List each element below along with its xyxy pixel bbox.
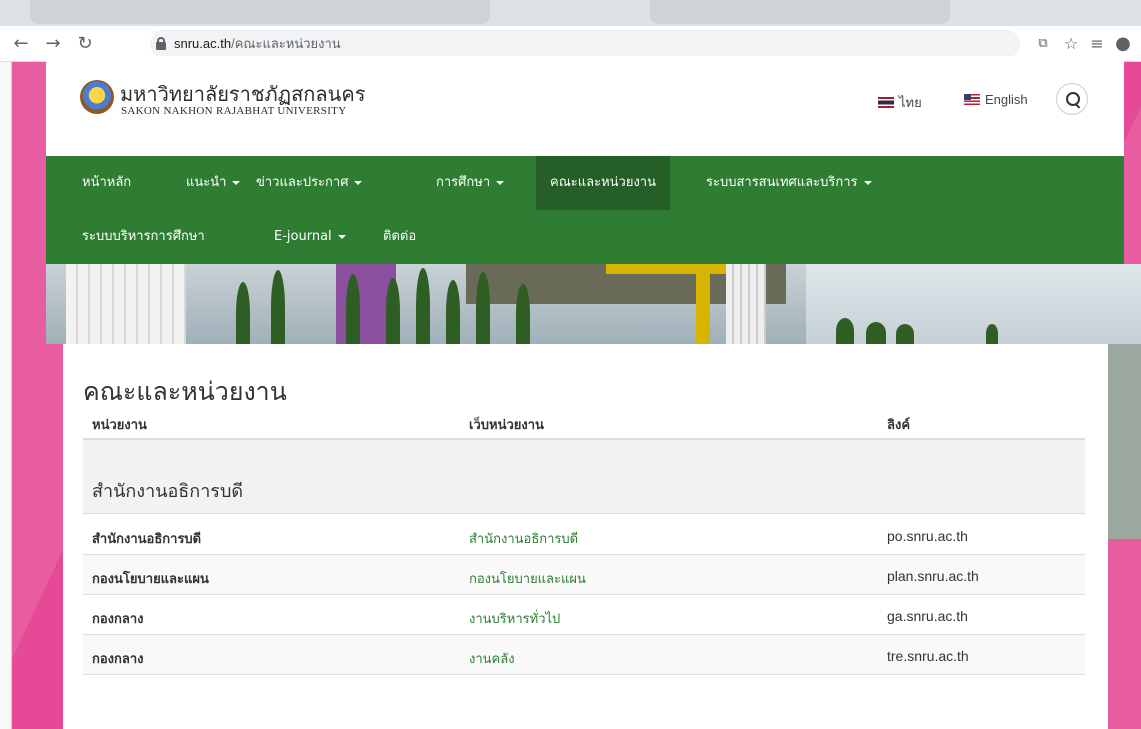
reload-icon[interactable]: ↻ (72, 31, 98, 57)
group-title: สำนักงานอธิการบดี (92, 481, 244, 502)
star-icon[interactable]: ☆ (1058, 31, 1084, 57)
browser-tab[interactable] (650, 0, 950, 24)
chevron-down-icon (496, 180, 505, 185)
university-name-en[interactable]: SAKON NAKHON RAJABHAT UNIVERSITY (121, 105, 346, 117)
main-nav: หน้าหลัก แนะนำ ข่าวและประกาศ การศึกษา คณ… (46, 156, 1124, 264)
unit-website-link[interactable]: งานบริหารทั่วไป (469, 608, 560, 629)
unit-name: กองกลาง (92, 652, 144, 667)
unit-website-link[interactable]: สำนักงานอธิการบดี (469, 528, 578, 549)
column-header-link: ลิงค์ (887, 418, 911, 433)
table-row: กองนโยบายและแผน กองนโยบายและแผน plan.snr… (83, 555, 1085, 595)
nav-education[interactable]: การศึกษา (422, 156, 518, 210)
university-logo[interactable] (80, 80, 114, 114)
window-edge (0, 62, 12, 729)
search-icon[interactable] (1056, 83, 1088, 115)
table-row: กองกลาง งานบริหารทั่วไป ga.snru.ac.th (83, 595, 1085, 635)
unit-url: plan.snru.ac.th (887, 568, 979, 584)
lang-en-link[interactable]: English (964, 92, 1028, 107)
translate-icon[interactable]: ⧉ (1030, 31, 1056, 57)
unit-url: tre.snru.ac.th (887, 648, 969, 664)
reading-list-icon[interactable]: ≡ (1084, 31, 1110, 57)
unit-website-link[interactable]: งานคลัง (469, 648, 515, 669)
table-header: หน่วยงาน เว็บหน่วยงาน ลิงค์ (83, 406, 1085, 440)
table-row: สำนักงานอธิการบดี สำนักงานอธิการบดี po.s… (83, 515, 1085, 555)
chevron-down-icon (354, 180, 363, 185)
hero-image-edge (1108, 344, 1141, 539)
unit-url: po.snru.ac.th (887, 528, 968, 544)
address-bar[interactable]: snru.ac.th/คณะและหน่วยงาน (150, 30, 1020, 58)
url-text: snru.ac.th/คณะและหน่วยงาน (174, 36, 341, 51)
nav-home[interactable]: หน้าหลัก (68, 156, 145, 210)
nav-faculties[interactable]: คณะและหน่วยงาน (536, 156, 670, 210)
thai-flag-icon (878, 97, 894, 108)
forward-icon[interactable]: → (40, 31, 66, 57)
profile-icon[interactable]: ● (1110, 31, 1136, 57)
content-panel: คณะและหน่วยงาน หน่วยงาน เว็บหน่วยงาน ลิง… (63, 344, 1108, 729)
nav-contact[interactable]: ติดต่อ (369, 210, 430, 264)
table-row: กองกลาง งานคลัง tre.snru.ac.th (83, 635, 1085, 675)
lang-th-link[interactable]: ไทย (878, 92, 922, 113)
table-group-header: สำนักงานอธิการบดี (83, 440, 1085, 514)
unit-name: กองกลาง (92, 612, 144, 627)
nav-ejournal[interactable]: E-journal (260, 210, 360, 264)
column-header-unit: หน่วยงาน (92, 418, 147, 433)
nav-news[interactable]: ข่าวและประกาศ (242, 156, 376, 210)
browser-tabstrip (0, 0, 1141, 26)
unit-name: กองนโยบายและแผน (92, 572, 209, 587)
lock-icon (156, 37, 166, 50)
hero-image (46, 264, 1141, 344)
unit-name: สำนักงานอธิการบดี (92, 532, 202, 547)
nav-info-systems[interactable]: ระบบสารสนเทศและบริการ (692, 156, 886, 210)
chevron-down-icon (337, 234, 346, 239)
nav-academic-admin[interactable]: ระบบบริหารการศึกษา (68, 210, 219, 264)
column-header-website: เว็บหน่วยงาน (469, 418, 544, 433)
unit-url: ga.snru.ac.th (887, 608, 968, 624)
browser-tab[interactable] (30, 0, 490, 24)
chevron-down-icon (863, 180, 872, 185)
back-icon[interactable]: ← (8, 31, 34, 57)
us-flag-icon (964, 94, 980, 105)
chevron-down-icon (232, 180, 241, 185)
unit-website-link[interactable]: กองนโยบายและแผน (469, 568, 586, 589)
site-header: มหาวิทยาลัยราชภัฏสกลนคร SAKON NAKHON RAJ… (46, 56, 1124, 156)
